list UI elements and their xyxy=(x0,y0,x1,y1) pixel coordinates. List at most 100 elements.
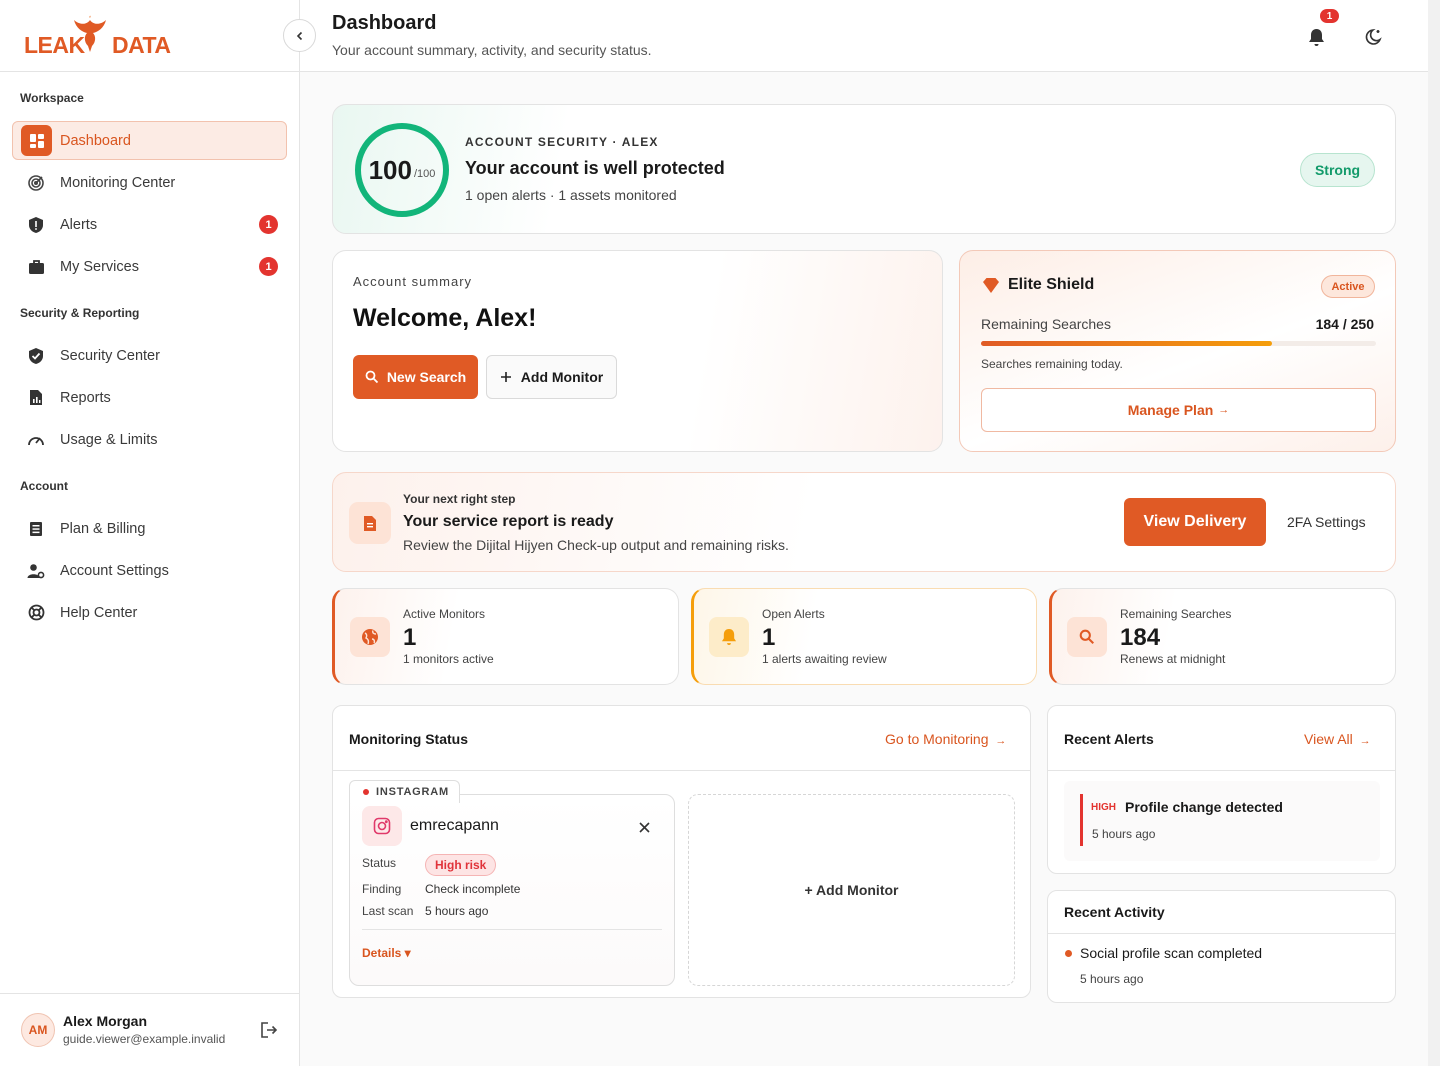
moon-icon xyxy=(1365,29,1382,45)
sidebar-item-dashboard[interactable]: Dashboard xyxy=(12,121,287,160)
monitoring-status-panel: Monitoring Status Go to Monitoring → INS… xyxy=(332,705,1031,998)
sidebar-item-alerts[interactable]: Alerts 1 xyxy=(12,205,287,244)
view-delivery-button[interactable]: View Delivery xyxy=(1124,498,1266,546)
alerts-count-badge: 1 xyxy=(259,215,278,234)
alert-item[interactable]: HIGH Profile change detected 5 hours ago xyxy=(1064,781,1380,861)
shield-check-icon xyxy=(20,340,52,372)
new-search-label: New Search xyxy=(386,369,467,385)
sidebar-item-label: Account Settings xyxy=(60,562,169,579)
twofa-settings-link[interactable]: 2FA Settings xyxy=(1287,514,1366,530)
new-search-button[interactable]: New Search xyxy=(353,355,478,399)
theme-toggle-button[interactable] xyxy=(1361,24,1387,50)
plan-note: Searches remaining today. xyxy=(981,357,1123,371)
add-monitor-button[interactable]: Add Monitor xyxy=(486,355,617,399)
section-title-workspace: Workspace xyxy=(20,91,84,105)
sidebar-divider xyxy=(0,71,299,72)
add-monitor-label: Add Monitor xyxy=(520,369,604,385)
phoenix-icon xyxy=(74,15,106,52)
account-summary-card: Account summary Welcome, Alex! New Searc… xyxy=(332,250,943,452)
stat-label: Open Alerts xyxy=(762,607,825,621)
stat-subtext: 1 alerts awaiting review xyxy=(762,652,887,666)
last-scan-value: 5 hours ago xyxy=(425,904,489,918)
sidebar-item-usage-limits[interactable]: Usage & Limits xyxy=(12,420,287,459)
avatar[interactable]: AM xyxy=(21,1013,55,1047)
notifications-button[interactable] xyxy=(1303,24,1329,50)
services-count-badge: 1 xyxy=(259,257,278,276)
arrow-right-icon: → xyxy=(1218,404,1230,416)
plan-name: Elite Shield xyxy=(1008,276,1095,293)
monitor-username: emrecapann xyxy=(410,817,499,834)
logo[interactable]: LEAK DATA xyxy=(24,14,171,60)
close-icon[interactable] xyxy=(636,819,652,835)
section-title-account: Account xyxy=(20,479,68,493)
security-title: Your account is well protected xyxy=(465,158,725,178)
sidebar-item-help-center[interactable]: Help Center xyxy=(12,593,287,632)
gauge-icon xyxy=(20,424,52,456)
plan-card: Elite Shield Active Remaining Searches 1… xyxy=(959,250,1396,452)
stat-card-remaining-searches: Remaining Searches 184 Renews at midnigh… xyxy=(1049,588,1396,685)
details-toggle[interactable]: Details ▾ xyxy=(362,946,411,960)
security-eyebrow: ACCOUNT SECURITY · ALEX xyxy=(465,135,659,149)
billing-icon xyxy=(20,513,52,545)
stat-value: 184 xyxy=(1120,624,1161,651)
section-title-security-reporting: Security & Reporting xyxy=(20,306,140,320)
platform-name: INSTAGRAM xyxy=(376,786,449,798)
next-step-description: Review the Dijital Hijyen Check-up outpu… xyxy=(403,537,789,553)
search-icon xyxy=(365,370,378,384)
stat-card-active-monitors: Active Monitors 1 1 monitors active xyxy=(332,588,679,685)
stat-card-open-alerts: Open Alerts 1 1 alerts awaiting review xyxy=(691,588,1037,685)
activity-dot xyxy=(1065,950,1072,957)
sidebar-item-security-center[interactable]: Security Center xyxy=(12,336,287,375)
severity-bar xyxy=(1080,794,1083,846)
manage-plan-button[interactable]: Manage Plan → xyxy=(981,388,1376,432)
status-label: Status xyxy=(362,856,397,870)
risk-badge: High risk xyxy=(425,854,497,876)
page-subtitle: Your account summary, activity, and secu… xyxy=(332,42,652,58)
welcome-heading: Welcome, Alex! xyxy=(353,304,537,332)
chevron-left-icon xyxy=(296,31,302,40)
sidebar-item-label: My Services xyxy=(60,258,139,275)
severity-label: HIGH xyxy=(1091,802,1116,813)
report-icon xyxy=(20,382,52,414)
gem-icon xyxy=(983,278,999,293)
panel-divider xyxy=(1048,933,1395,934)
notification-badge: 1 xyxy=(1320,9,1339,23)
recent-activity-title: Recent Activity xyxy=(1064,904,1165,920)
stat-label: Active Monitors xyxy=(403,607,486,621)
next-step-eyebrow: Your next right step xyxy=(403,492,516,506)
sidebar-item-label: Dashboard xyxy=(60,132,131,149)
sidebar-collapse-button[interactable] xyxy=(283,19,316,52)
finding-value: Check incomplete xyxy=(425,882,521,896)
recent-alerts-title: Recent Alerts xyxy=(1064,731,1154,747)
page-title: Dashboard xyxy=(332,12,437,34)
scrollbar[interactable] xyxy=(1428,0,1440,1066)
sidebar-item-my-services[interactable]: My Services 1 xyxy=(12,247,287,286)
security-score-label: 100 /100 xyxy=(353,121,451,219)
view-all-alerts-link[interactable]: View All → xyxy=(1304,731,1371,747)
plus-icon xyxy=(500,372,511,382)
top-header: Dashboard Your account summary, activity… xyxy=(300,0,1428,72)
user-name: Alex Morgan xyxy=(63,1013,148,1029)
sidebar-item-monitoring-center[interactable]: Monitoring Center xyxy=(12,163,287,202)
sidebar-item-reports[interactable]: Reports xyxy=(12,378,287,417)
view-all-label: View All xyxy=(1304,731,1353,747)
platform-tab: INSTAGRAM xyxy=(349,780,460,803)
sidebar-item-account-settings[interactable]: Account Settings xyxy=(12,551,287,590)
security-score-value: 100 xyxy=(368,154,412,185)
sidebar-item-label: Usage & Limits xyxy=(60,431,158,448)
monitor-item-card: emrecapann Status High risk Finding Chec… xyxy=(349,794,675,986)
monitoring-panel-title: Monitoring Status xyxy=(349,731,468,747)
sidebar-footer-divider xyxy=(0,993,299,994)
add-monitor-placeholder[interactable]: + Add Monitor xyxy=(688,794,1015,986)
logout-icon[interactable] xyxy=(258,1019,280,1041)
sidebar-item-label: Alerts xyxy=(60,216,98,233)
bell-icon xyxy=(1308,28,1324,46)
go-to-monitoring-link[interactable]: Go to Monitoring → xyxy=(885,731,1006,747)
searches-progress-fill xyxy=(981,341,1272,346)
arrow-right-icon: → xyxy=(1359,735,1371,747)
document-icon xyxy=(349,502,391,544)
remaining-searches-value: 184 / 250 xyxy=(1315,316,1374,332)
stat-value: 1 xyxy=(403,624,417,651)
sidebar-item-plan-billing[interactable]: Plan & Billing xyxy=(12,509,287,548)
security-score-card: 100 /100 ACCOUNT SECURITY · ALEX Your ac… xyxy=(332,104,1396,234)
